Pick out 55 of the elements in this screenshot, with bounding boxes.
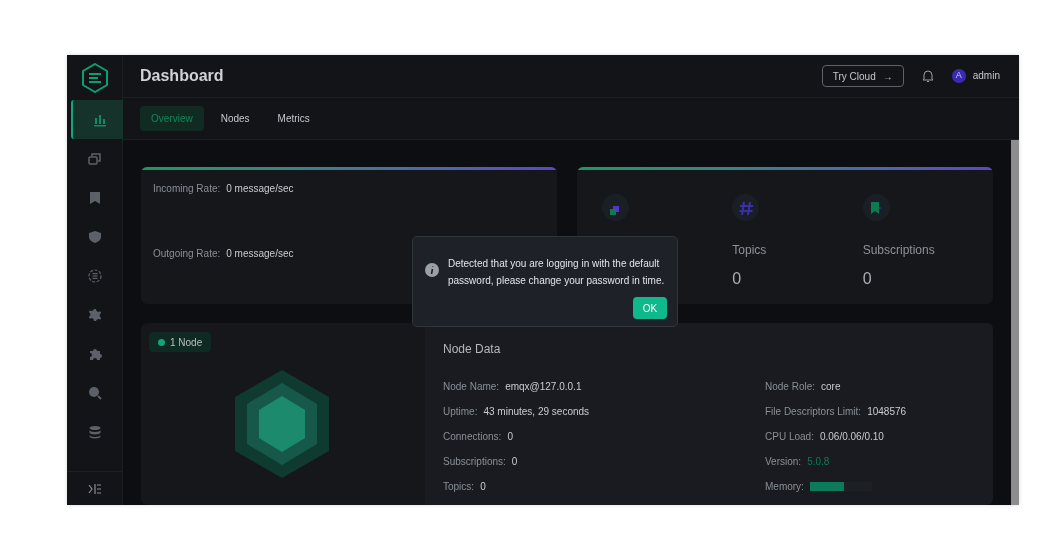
bookmark-icon: [869, 200, 884, 215]
field-value: emqx@127.0.0.1: [505, 379, 582, 394]
stat-value: 0: [732, 269, 743, 289]
info-icon: [425, 263, 439, 277]
rate-value: 0 message/sec: [226, 247, 294, 261]
node-hexagon-icon: [235, 370, 329, 478]
tab[interactable]: Metrics: [266, 106, 321, 131]
list-icon: [87, 268, 102, 283]
panel-title: Node Data: [443, 341, 502, 358]
field-label: Uptime:: [443, 404, 478, 419]
try-cloud-button[interactable]: Try Cloud →: [821, 65, 904, 87]
stat-value: 0: [862, 269, 873, 289]
field-value: 1048576: [867, 404, 907, 419]
field-value: 0: [480, 479, 486, 494]
user-avatar[interactable]: A: [951, 69, 966, 83]
field-label: Subscriptions:: [443, 454, 506, 469]
bar-chart-icon: [92, 112, 107, 127]
field-label: Connections:: [443, 429, 502, 444]
field-label: File Descriptors Limit:: [765, 404, 862, 419]
tab[interactable]: Nodes: [209, 106, 261, 131]
rate-label: Outgoing Rate:: [153, 247, 221, 261]
search-icon: [87, 385, 102, 400]
field-label: Node Name:: [443, 379, 500, 394]
field-label: Node Role:: [765, 379, 816, 394]
puzzle-icon: [87, 346, 102, 361]
bell-icon[interactable]: [921, 69, 934, 83]
collapse-icon[interactable]: [87, 482, 102, 495]
bookmark-icon: [87, 190, 102, 205]
rate-label: Incoming Rate:: [153, 182, 221, 196]
hash-icon: [738, 200, 753, 215]
page-title: Dashboard: [140, 66, 224, 86]
node-count: 1 Node: [170, 335, 203, 350]
stat-label: Subscriptions: [862, 242, 936, 259]
scrollbar[interactable]: [1011, 140, 1019, 505]
windows-icon: [87, 151, 102, 166]
stat-label: Topics: [732, 242, 768, 259]
sidebar-item[interactable]: [71, 100, 126, 139]
user-name[interactable]: admin: [972, 67, 1000, 85]
rate-value: 0 message/sec: [226, 182, 294, 196]
tab[interactable]: Overview: [140, 106, 204, 131]
field-value: 0.06/0.06/0.10: [819, 429, 884, 444]
field-label: Memory:: [765, 479, 804, 494]
field-value: 43 minutes, 29 seconds: [483, 404, 590, 419]
shield-icon: [87, 229, 102, 244]
field-value: 0: [507, 429, 513, 444]
field-value: core: [821, 379, 841, 394]
field-value: 5.0.8: [807, 454, 830, 469]
field-label: Version:: [765, 454, 802, 469]
dialog-message: Detected that you are logging in with the default password, please change your password in time.: [448, 257, 666, 288]
field-label: Topics:: [443, 479, 475, 494]
logo-icon: [80, 62, 109, 93]
gear-icon: [87, 307, 102, 322]
field-label: CPU Load:: [765, 429, 814, 444]
database-icon: [87, 424, 102, 439]
field-value: 0: [511, 454, 518, 469]
